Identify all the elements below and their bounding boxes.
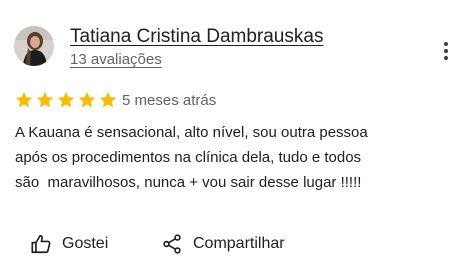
reviewer-name[interactable]: Tatiana Cristina Dambrauskas xyxy=(70,26,323,48)
like-label: Gostei xyxy=(62,235,109,252)
more-options-button[interactable] xyxy=(436,38,456,64)
thumb-up-icon xyxy=(31,234,51,254)
review-text-line: A Kauana é sensacional, alto nível, sou … xyxy=(15,124,368,141)
share-button[interactable]: Compartilhar xyxy=(161,230,285,258)
avatar-photo xyxy=(14,26,54,66)
star-icon xyxy=(78,91,96,108)
reviewer-review-count[interactable]: 13 avaliações xyxy=(70,50,162,70)
share-label: Compartilhar xyxy=(193,235,285,252)
review-text-line: após os procedimentos na clínica dela, t… xyxy=(15,149,362,166)
more-vert-icon xyxy=(444,42,448,46)
share-icon xyxy=(163,234,181,254)
more-vert-icon-dot xyxy=(444,49,448,53)
more-vert-icon-dot xyxy=(444,56,448,60)
review-date: 5 meses atrás xyxy=(122,92,217,109)
star-icon xyxy=(36,91,54,108)
reviewer-avatar[interactable] xyxy=(14,26,54,66)
review-text: A Kauana é sensacional, alto nível, sou … xyxy=(15,120,455,195)
like-button[interactable]: Gostei xyxy=(30,230,108,258)
star-icon xyxy=(99,91,117,108)
star-icon xyxy=(57,91,75,108)
star-rating xyxy=(14,90,118,110)
review-text-line: são maravilhosos, nunca + vou sair desse… xyxy=(15,174,362,191)
star-icon xyxy=(15,91,33,108)
